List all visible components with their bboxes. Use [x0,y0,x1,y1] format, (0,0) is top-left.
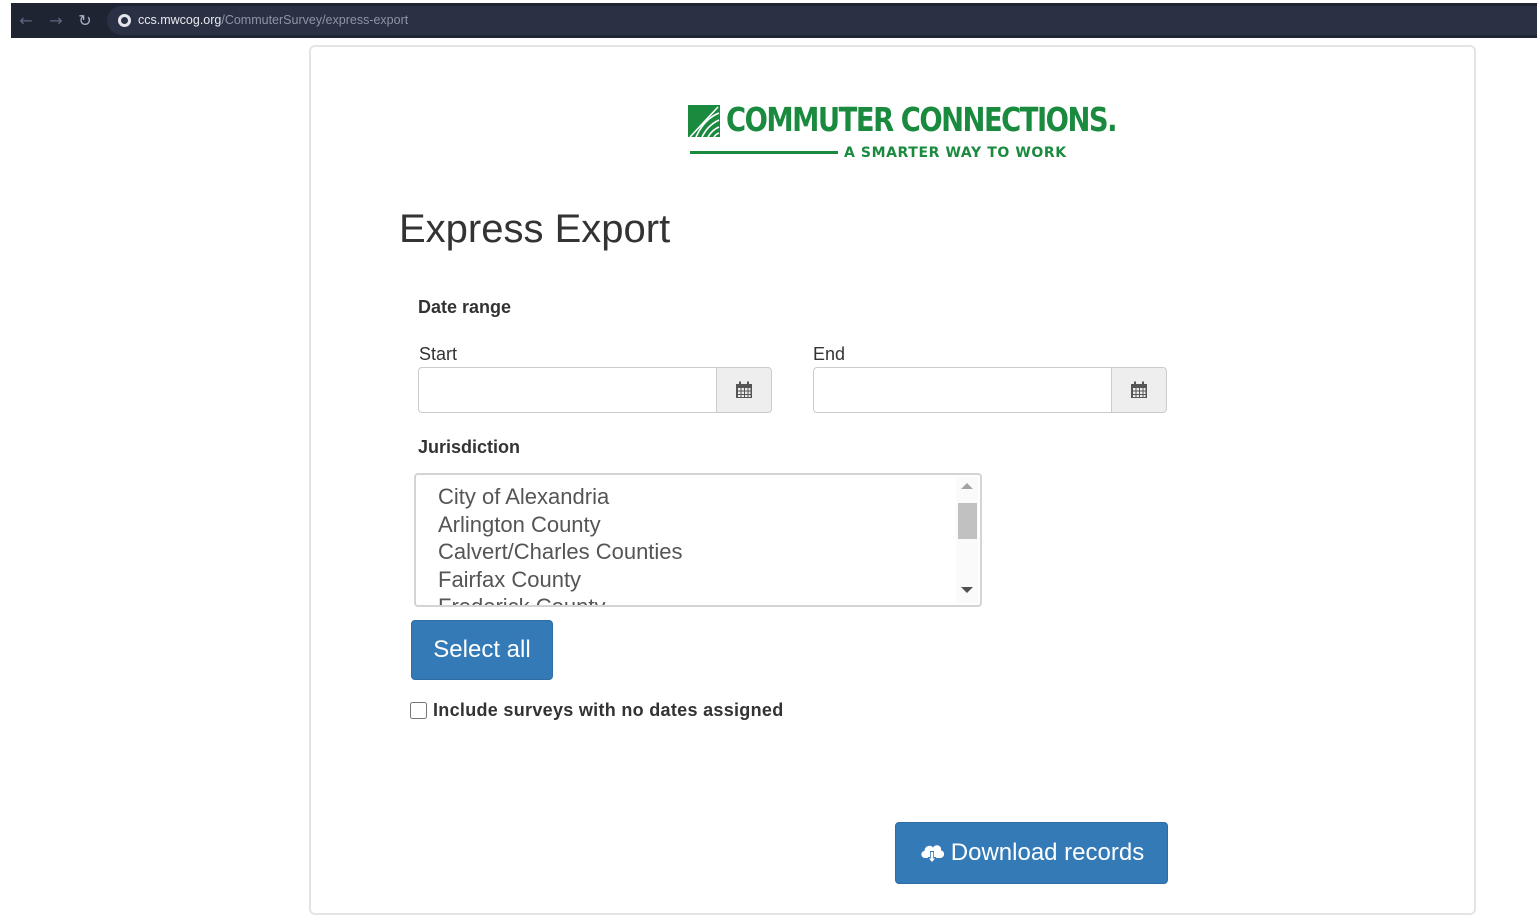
url-path: /CommuterSurvey/express-export [221,13,409,27]
url-host: ccs.mwcog.org [138,13,222,27]
download-records-button[interactable]: Download records [895,822,1168,884]
start-date-group [418,367,772,413]
reload-icon[interactable]: ↻ [75,11,95,31]
scrollbar-thumb[interactable] [958,503,977,539]
address-bar[interactable]: ccs.mwcog.org/CommuterSurvey/express-exp… [107,6,1537,35]
end-date-input[interactable] [813,367,1111,413]
commuter-connections-logo: COMMUTER CONNECTIONS. A SMARTER WAY TO W… [688,100,1118,165]
include-undated-label: Include surveys with no dates assigned [433,700,784,720]
include-undated-option[interactable]: Include surveys with no dates assigned [410,700,784,721]
listbox-scrollbar[interactable] [956,477,978,603]
date-range-label: Date range [418,297,512,317]
list-item[interactable]: City of Alexandria [438,483,683,511]
end-date-label: End [813,344,846,364]
scroll-down-arrow-icon[interactable] [961,587,973,593]
list-item[interactable]: Arlington County [438,511,683,539]
brand-tagline: A SMARTER WAY TO WORK [844,145,1067,161]
site-info-icon[interactable] [118,14,131,27]
end-calendar-button[interactable] [1111,367,1167,413]
forward-arrow-icon[interactable]: → [46,11,66,31]
include-undated-checkbox[interactable] [410,702,427,719]
list-item[interactable]: Fairfax County [438,566,683,594]
list-item[interactable]: Frederick County [438,593,683,605]
back-arrow-icon[interactable]: ← [16,11,36,31]
scroll-up-arrow-icon[interactable] [961,483,973,489]
jurisdiction-listbox[interactable]: City of Alexandria Arlington County Calv… [414,473,982,607]
start-date-input[interactable] [418,367,716,413]
list-item[interactable]: Calvert/Charles Counties [438,538,683,566]
end-date-group [813,367,1167,413]
calendar-icon [1131,381,1147,398]
url-text: ccs.mwcog.org/CommuterSurvey/express-exp… [138,13,408,27]
download-records-label: Download records [950,839,1145,866]
brand-underline [690,151,838,154]
start-calendar-button[interactable] [716,367,772,413]
select-all-button[interactable]: Select all [411,620,553,680]
jurisdiction-options: City of Alexandria Arlington County Calv… [438,483,683,605]
page-title: Express Export [399,207,671,251]
browser-toolbar: ← → ↻ ccs.mwcog.org/CommuterSurvey/expre… [11,3,1537,38]
jurisdiction-label: Jurisdiction [418,437,521,457]
brand-name: COMMUTER CONNECTIONS. [726,100,1118,139]
logo-mark-icon [688,105,720,137]
cloud-download-icon [921,845,944,863]
calendar-icon [736,381,752,398]
start-date-label: Start [419,344,458,364]
